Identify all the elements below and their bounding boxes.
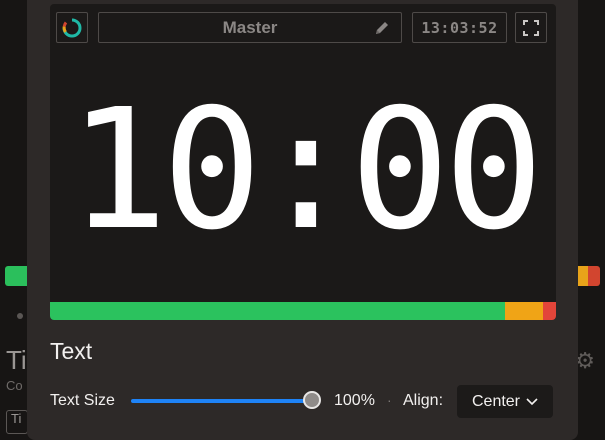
settings-modal: Master 13:03:52 10:00 Text Text Size 100… [27,0,578,440]
timer-display: 10:00 [68,74,544,267]
pencil-icon[interactable] [373,19,391,37]
current-time: 13:03:52 [421,18,498,37]
progress-segment-red [543,302,556,320]
text-size-value: 100% [334,392,375,409]
timer-title-field[interactable]: Master [98,12,402,43]
background-title: Ti [6,345,27,375]
background-input: Ti [6,410,28,434]
text-size-label: Text Size [50,392,115,409]
slider-thumb[interactable] [303,391,321,409]
align-select[interactable]: Center [457,385,553,418]
timer-preview: Master 13:03:52 10:00 [50,4,556,320]
clock-box: 13:03:52 [412,12,507,43]
timer-title: Master [222,17,278,37]
text-section-title: Text [50,338,93,364]
slider-track [131,399,315,403]
logo-button[interactable] [56,12,88,43]
background-gear-icon: ⚙ [575,348,595,373]
progress-segment-orange [505,302,544,320]
background-subtitle: Co [6,378,23,393]
chevron-down-icon [526,397,538,405]
text-size-slider[interactable] [131,391,321,411]
background-progress-right [578,266,600,286]
logo-ring-icon [62,18,82,37]
background-dot [17,313,23,319]
fullscreen-button[interactable] [515,12,547,43]
progress-segment-green [50,302,506,320]
background-progress-left [5,266,27,286]
align-label: Align: [403,392,444,409]
fullscreen-icon [523,19,539,36]
timer-progress-bar [50,302,556,320]
align-select-value: Center [471,392,521,410]
separator-dot: · [387,392,392,408]
